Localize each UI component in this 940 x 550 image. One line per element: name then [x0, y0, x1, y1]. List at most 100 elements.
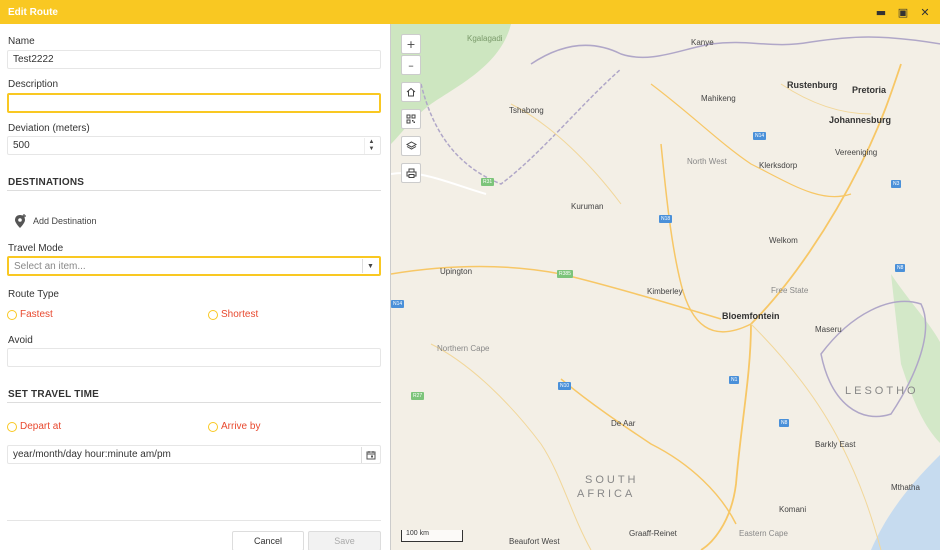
travel-mode-label: Travel Mode	[8, 243, 64, 254]
road-shield: R31	[481, 178, 495, 186]
route-form-panel: Name Test2222 Description Deviation (met…	[0, 24, 390, 550]
depart-at-radio[interactable]: Depart at	[7, 421, 61, 432]
zoom-in-button[interactable]: +	[401, 34, 421, 54]
map-label: Rustenburg	[787, 80, 838, 90]
home-button[interactable]	[401, 82, 421, 102]
map-label: Graaff-Reinet	[629, 529, 677, 538]
destinations-divider	[7, 190, 381, 191]
map-scale: 100 km	[401, 530, 463, 542]
road-shield: N14	[391, 300, 405, 308]
description-input[interactable]	[7, 93, 381, 113]
close-button[interactable]: ✕	[914, 1, 936, 23]
stepper-down-icon[interactable]: ▼	[369, 146, 375, 153]
destinations-heading: DESTINATIONS	[8, 177, 85, 188]
travel-mode-select[interactable]: Select an item... ▼	[7, 256, 381, 276]
datetime-input[interactable]: year/month/day hour:minute am/pm	[7, 445, 381, 464]
avoid-input[interactable]	[7, 348, 381, 367]
cancel-button[interactable]: Cancel	[232, 531, 304, 550]
road-shield: R27	[411, 392, 425, 400]
road-shield: N18	[659, 215, 673, 223]
map-label: Tshabong	[509, 106, 544, 115]
layers-icon	[405, 141, 417, 150]
qr-code-icon	[406, 114, 416, 124]
fastest-radio[interactable]: Fastest	[7, 309, 53, 320]
travel-mode-placeholder: Select an item...	[14, 260, 86, 272]
route-type-label: Route Type	[8, 289, 59, 300]
deviation-value: 500	[13, 140, 30, 151]
print-button[interactable]	[401, 163, 421, 183]
map-label: Kanye	[691, 38, 714, 47]
window-title: Edit Route	[8, 6, 58, 18]
road-shield: N3	[891, 180, 902, 188]
home-icon	[406, 87, 416, 97]
map-label: Kuruman	[571, 202, 604, 211]
map-label: Komani	[779, 505, 807, 514]
qr-code-button[interactable]	[401, 109, 421, 129]
footer-divider	[7, 520, 381, 521]
datetime-placeholder: year/month/day hour:minute am/pm	[13, 449, 171, 460]
map-label: Johannesburg	[829, 115, 892, 125]
save-button[interactable]: Save	[308, 531, 381, 550]
map-label: De Aar	[611, 419, 636, 428]
radio-circle[interactable]	[208, 309, 218, 320]
shortest-label: Shortest	[221, 309, 259, 320]
arrive-by-radio[interactable]: Arrive by	[208, 421, 260, 432]
travel-time-divider	[7, 402, 381, 403]
fastest-label: Fastest	[20, 309, 53, 320]
layers-button[interactable]	[401, 136, 421, 156]
print-icon	[406, 168, 416, 178]
map-label: Bloemfontein	[722, 311, 780, 321]
chevron-down-icon[interactable]: ▼	[362, 259, 378, 273]
depart-at-label: Depart at	[20, 421, 62, 432]
road-shield: R385	[557, 270, 573, 278]
road-shield: N8	[895, 264, 906, 272]
minimize-button[interactable]: ▬	[870, 1, 892, 23]
calendar-button[interactable]	[361, 447, 379, 463]
zoom-out-button[interactable]: –	[401, 55, 421, 75]
map-label: LESOTHO	[845, 385, 919, 397]
map-label: Northern Cape	[437, 344, 490, 353]
road-shield: N1	[729, 376, 740, 384]
deviation-label: Deviation (meters)	[8, 123, 90, 134]
radio-circle[interactable]	[7, 309, 17, 320]
map-tools: + –	[401, 34, 421, 184]
deviation-stepper[interactable]: ▲ ▼	[364, 138, 378, 154]
name-label: Name	[8, 36, 35, 47]
map-label: Pretoria	[852, 85, 887, 95]
add-destination-button[interactable]: Add Destination	[14, 213, 97, 229]
deviation-input[interactable]: 500 ▲ ▼	[7, 136, 381, 155]
map-label: Mahikeng	[701, 94, 736, 103]
window-controls: ▬ ▣ ✕	[870, 0, 936, 24]
map-label: North West	[687, 157, 727, 166]
map-view[interactable]: + – Kgalagadi Kanye Rustenburg Pretoria …	[390, 24, 940, 550]
map-label: Beaufort West	[509, 537, 560, 546]
name-value: Test2222	[13, 54, 54, 65]
map-label: Welkom	[769, 236, 798, 245]
map-label: Barkly East	[815, 440, 856, 449]
road-shield: N8	[779, 419, 790, 427]
radio-circle[interactable]	[208, 421, 218, 432]
avoid-label: Avoid	[8, 335, 33, 346]
add-destination-label: Add Destination	[33, 216, 97, 226]
road-shield: N14	[753, 132, 767, 140]
add-location-icon	[15, 214, 26, 228]
map-label: Klerksdorp	[759, 161, 798, 170]
road-shield: N10	[558, 382, 572, 390]
maximize-button[interactable]: ▣	[892, 1, 914, 23]
description-label: Description	[8, 79, 59, 90]
map-label: Upington	[440, 267, 473, 276]
map-label: AFRICA	[577, 488, 636, 500]
map-label: Maseru	[815, 325, 842, 334]
title-bar[interactable]: Edit Route ▬ ▣ ✕	[0, 0, 940, 24]
name-input[interactable]: Test2222	[7, 50, 381, 69]
shortest-radio[interactable]: Shortest	[208, 309, 258, 320]
map-label: Kimberley	[647, 287, 683, 296]
map-label: Vereeniging	[835, 148, 878, 157]
map-label: Mthatha	[891, 483, 920, 492]
radio-circle[interactable]	[7, 421, 17, 432]
stepper-up-icon[interactable]: ▲	[369, 139, 375, 146]
travel-time-heading: SET TRAVEL TIME	[8, 389, 99, 400]
map-label: SOUTH	[585, 474, 639, 486]
map-label: Eastern Cape	[739, 529, 788, 538]
calendar-icon	[366, 451, 375, 460]
